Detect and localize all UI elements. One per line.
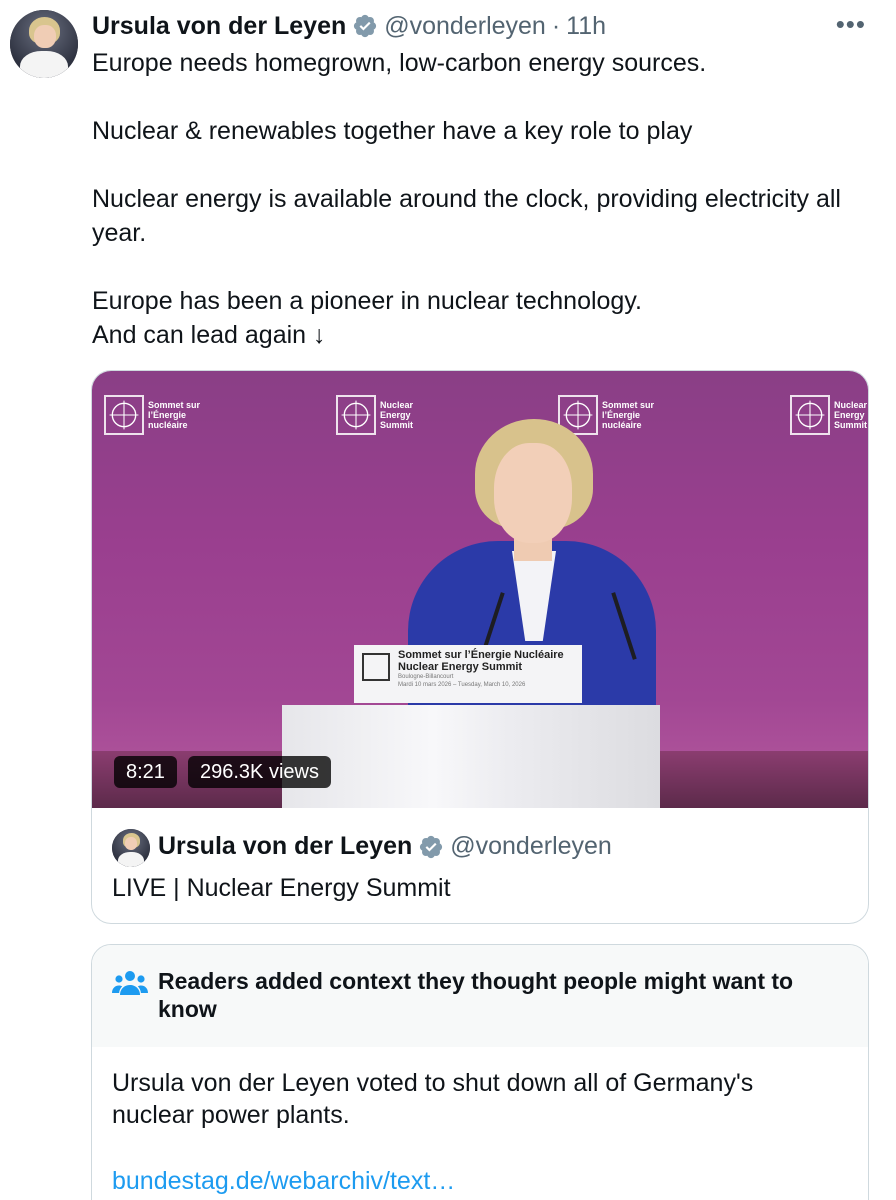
summit-logo-icon	[362, 653, 390, 681]
community-note-body: Ursula von der Leyen voted to shut down …	[112, 1069, 754, 1129]
backdrop-logo: Nuclear Energy Summit	[790, 393, 868, 437]
community-note-source-link[interactable]: bundestag.de/webarchiv/text…	[112, 1167, 455, 1196]
video-views-badge: 296.3K views	[188, 756, 331, 788]
backdrop-logo: Sommet sur l’Énergie nucléaire	[104, 393, 208, 437]
tweet-line: Nuclear & renewables together have a key…	[92, 117, 693, 145]
verified-badge-icon	[354, 14, 377, 38]
card-author-name[interactable]: Ursula von der Leyen	[158, 832, 412, 861]
community-note-header: Readers added context they thought peopl…	[92, 945, 868, 1047]
lectern-sign: Sommet sur l’Énergie Nucléaire Nuclear E…	[354, 645, 582, 703]
card-author-handle[interactable]: @vonderleyen	[450, 832, 612, 861]
author-avatar[interactable]	[10, 10, 78, 78]
card-meta[interactable]: Ursula von der Leyen @vonderleyen LIVE |…	[92, 808, 868, 923]
community-note[interactable]: Readers added context they thought peopl…	[91, 944, 869, 1200]
card-title[interactable]: LIVE | Nuclear Energy Summit	[112, 874, 451, 903]
tweet-body: Europe needs homegrown, low-carbon energ…	[92, 46, 872, 352]
more-options-icon[interactable]: •••	[836, 11, 866, 37]
verified-badge-icon	[420, 835, 443, 858]
separator-dot: ·	[551, 11, 561, 40]
lectern	[282, 705, 660, 808]
tweet-line: Europe needs homegrown, low-carbon energ…	[92, 49, 707, 77]
backdrop-logo: Sommet sur l’Énergie nucléaire	[558, 393, 662, 437]
community-note-heading: Readers added context they thought peopl…	[158, 968, 794, 1022]
tweet-header: Ursula von der Leyen @vonderleyen · 11h	[92, 10, 606, 42]
tweet-line: Europe has been a pioneer in nuclear tec…	[92, 287, 642, 315]
card-author-avatar[interactable]	[112, 829, 150, 867]
card-author[interactable]: Ursula von der Leyen @vonderleyen	[158, 832, 612, 861]
tweet-line: Nuclear energy is available around the c…	[92, 185, 841, 247]
tweet-line: And can lead again ↓	[92, 321, 326, 349]
video-duration-badge: 8:21	[114, 756, 177, 788]
video-card[interactable]: Sommet sur l’Énergie nucléaire Nuclear E…	[91, 370, 869, 924]
people-icon	[112, 971, 148, 995]
author-handle[interactable]: @vonderleyen	[384, 12, 546, 41]
tweet-timestamp[interactable]: 11h	[566, 12, 606, 41]
speaker-face	[494, 443, 572, 543]
author-name[interactable]: Ursula von der Leyen	[92, 12, 346, 41]
video-player[interactable]: Sommet sur l’Énergie nucléaire Nuclear E…	[92, 371, 868, 808]
backdrop-logo: Nuclear Energy Summit	[336, 393, 440, 437]
